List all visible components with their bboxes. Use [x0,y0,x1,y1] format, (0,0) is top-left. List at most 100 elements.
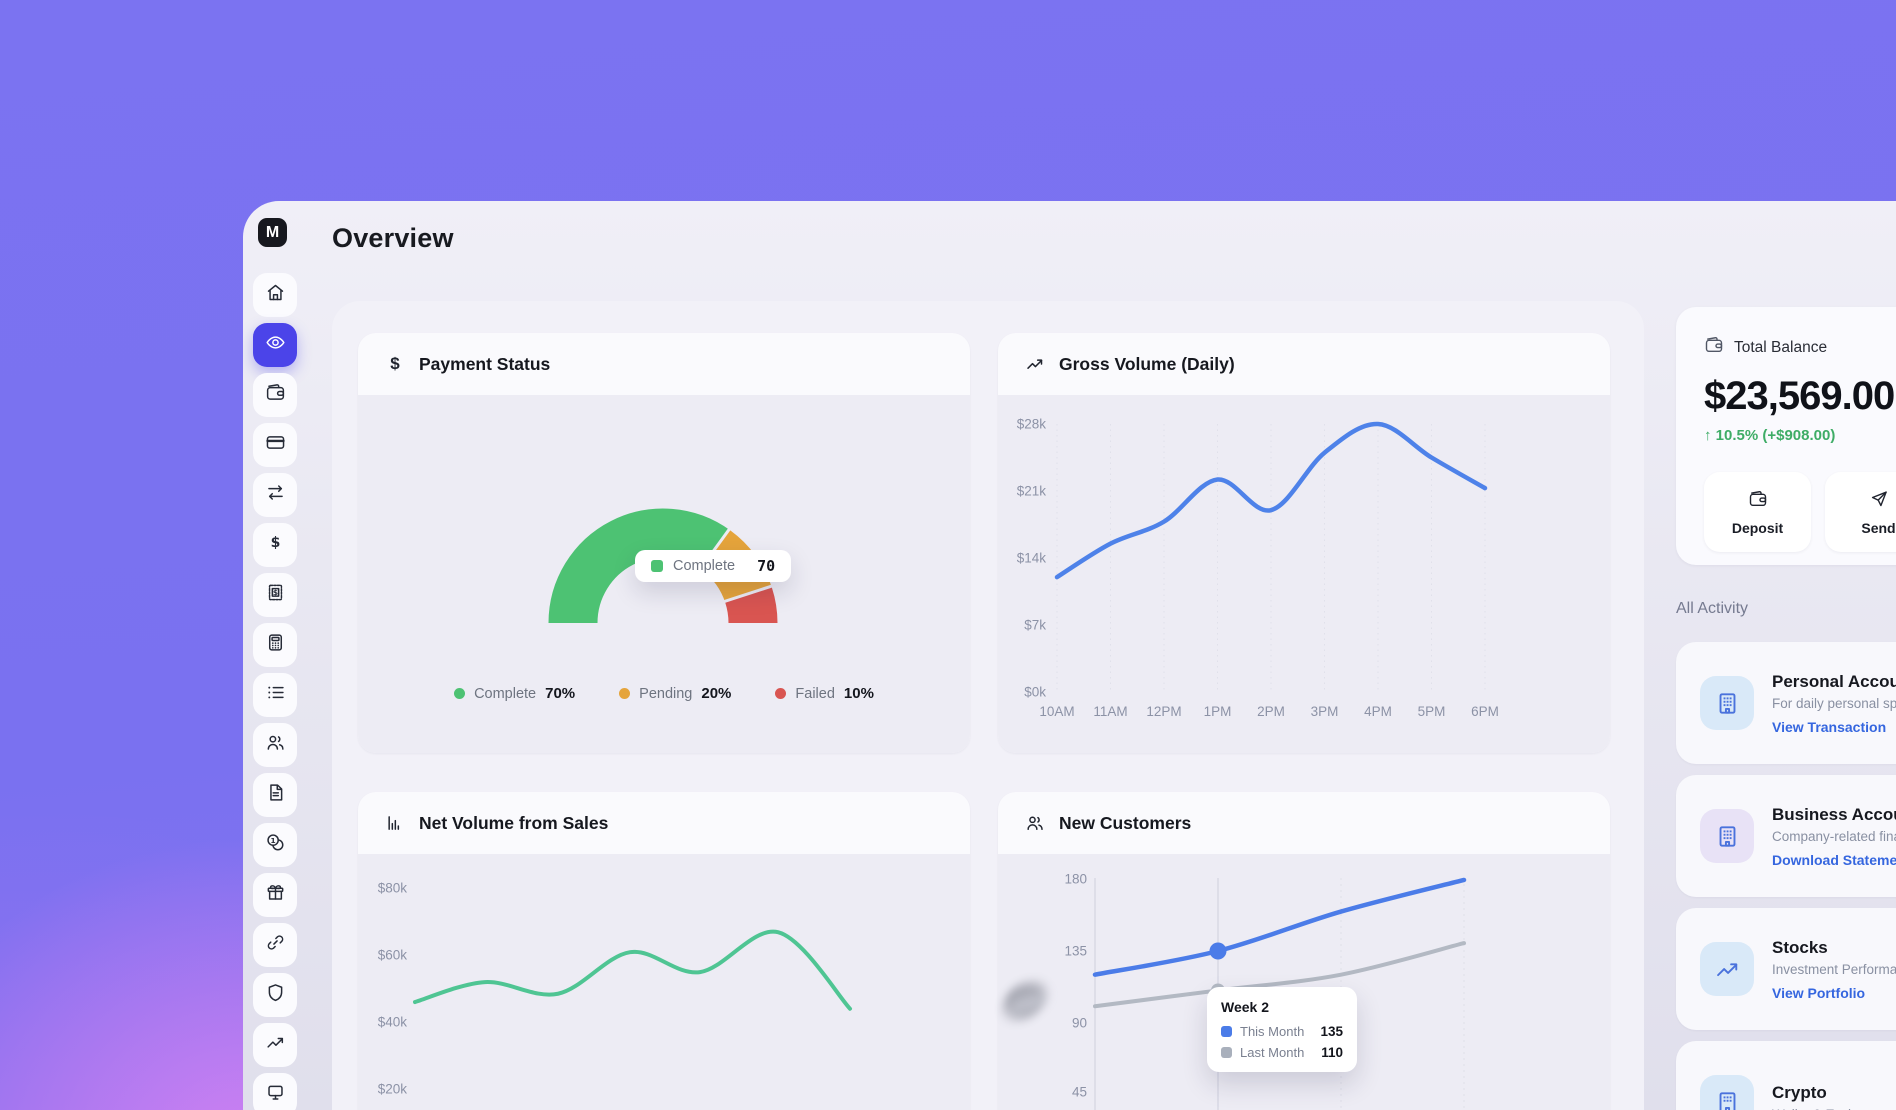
tooltip-row: Last Month110 [1221,1045,1343,1060]
document-icon [265,782,286,808]
gauge-tooltip: Complete 70 [635,550,791,582]
activity-text: Stocks Investment Performance View Portf… [1772,938,1896,1001]
app-window: M Overview $ $ 1 $ [243,201,1896,1110]
card-header: $ Payment Status [358,333,970,395]
card-header: New Customers [998,792,1610,854]
sidebar-item-overview[interactable] [253,323,297,367]
activity-title: Personal Account [1772,672,1896,692]
home-icon [265,282,286,308]
activity-subtitle: Wallet & Exchange [1772,1107,1886,1110]
svg-text:1: 1 [270,836,275,845]
line-chart-area [998,395,1610,753]
dollar-icon: $ [265,532,286,558]
legend-item: Pending 20% [619,685,731,702]
activity-text: Personal Account For daily personal spen… [1772,672,1896,735]
series-swatch [1221,1047,1232,1058]
legend-label: Complete [474,686,536,702]
all-activity-heading: All Activity [1676,600,1748,618]
card-title: Net Volume from Sales [419,813,608,834]
chart-tooltip: Week 2 This Month135 Last Month110 [1207,987,1357,1072]
app-logo[interactable]: M [258,218,287,247]
trending-up-icon [265,1032,286,1058]
legend-item: Complete 70% [454,685,575,702]
series-label: This Month [1240,1024,1304,1039]
download-statement-link[interactable]: Download Statement [1772,852,1896,868]
balance-label-row: Total Balance [1704,335,1896,360]
send-button[interactable]: Send [1825,472,1896,552]
send-icon [1869,489,1889,512]
activity-item-stocks[interactable]: Stocks Investment Performance View Portf… [1676,908,1896,1030]
legend-value: 70% [545,685,575,702]
activity-subtitle: For daily personal spending [1772,696,1896,711]
activity-title: Crypto [1772,1083,1886,1103]
credit-card-icon [265,432,286,458]
sidebar-item-cards[interactable] [253,423,297,467]
legend-value: 10% [844,685,874,702]
activity-title: Business Account [1772,805,1896,825]
wallet-icon [1704,335,1724,360]
sidebar-item-coins[interactable]: 1 [253,823,297,867]
link-icon [265,932,286,958]
building-icon [1700,809,1754,863]
tooltip-value: 70 [757,557,775,575]
activity-item-crypto[interactable]: Crypto Wallet & Exchange [1676,1041,1896,1110]
card-header: Gross Volume (Daily) [998,333,1610,395]
dollar-icon: $ [384,353,406,375]
dashboard-content: $ Payment Status Complete 70 Complete 70%… [332,301,1644,1110]
tooltip-label: Complete [673,558,735,574]
wallet-icon [1748,489,1768,512]
sidebar-item-customers[interactable] [253,723,297,767]
coins-icon: 1 [265,832,286,858]
list-icon [265,682,286,708]
desktop-background: M Overview $ $ 1 $ [0,0,1896,1110]
wallet-icon [265,382,286,408]
activity-subtitle: Company-related finances [1772,829,1896,844]
sidebar-item-calculator[interactable] [253,623,297,667]
activity-item-business-account[interactable]: Business Account Company-related finance… [1676,775,1896,897]
sidebar-item-documents[interactable] [253,773,297,817]
activity-title: Stocks [1772,938,1896,958]
legend-dot [619,688,630,699]
sidebar-item-invoices[interactable]: $ [253,573,297,617]
sidebar-item-rewards[interactable] [253,873,297,917]
view-portfolio-link[interactable]: View Portfolio [1772,985,1896,1001]
series-value: 110 [1321,1045,1343,1060]
view-transaction-link[interactable]: View Transaction [1772,719,1896,735]
balance-amount: $23,569.00 [1704,374,1896,419]
device-icon [265,1082,286,1108]
legend-label: Pending [639,686,692,702]
legend-value: 20% [701,685,731,702]
deposit-button[interactable]: Deposit [1704,472,1811,552]
activity-item-personal-account[interactable]: Personal Account For daily personal spen… [1676,642,1896,764]
total-balance-card: Total Balance $23,569.00 ↑ 10.5% (+$908.… [1676,307,1896,565]
card-title: New Customers [1059,813,1191,834]
users-icon [1024,812,1046,834]
sidebar-item-payments[interactable]: $ [253,523,297,567]
trending-up-icon [1024,353,1046,375]
sidebar-item-transactions[interactable] [253,673,297,717]
series-value: 135 [1320,1024,1343,1039]
sidebar-item-analytics[interactable] [253,1023,297,1067]
sidebar-item-devices[interactable] [253,1073,297,1110]
eye-overview-icon [265,332,286,358]
series-swatch [1221,1026,1232,1037]
deposit-label: Deposit [1732,520,1783,536]
sidebar-item-security[interactable] [253,973,297,1017]
gross-volume-card: Gross Volume (Daily) $0k$7k$14k$21k$28k1… [998,333,1610,753]
card-title: Gross Volume (Daily) [1059,354,1235,375]
gift-icon [265,882,286,908]
sidebar-item-home[interactable] [253,273,297,317]
activity-subtitle: Investment Performance [1772,962,1896,977]
card-title: Payment Status [419,354,550,375]
send-label: Send [1861,520,1895,536]
calculator-icon [265,632,286,658]
sidebar-item-wallet[interactable] [253,373,297,417]
building-icon [1700,1075,1754,1110]
payment-status-card: $ Payment Status Complete 70 Complete 70%… [358,333,970,753]
sidebar-item-links[interactable] [253,923,297,967]
net-volume-card: Net Volume from Sales $20k$40k$60k$80k [358,792,970,1110]
sidebar-item-transfers[interactable] [253,473,297,517]
card-header: Net Volume from Sales [358,792,970,854]
legend-item: Failed10% [775,685,874,702]
legend-dot [454,688,465,699]
